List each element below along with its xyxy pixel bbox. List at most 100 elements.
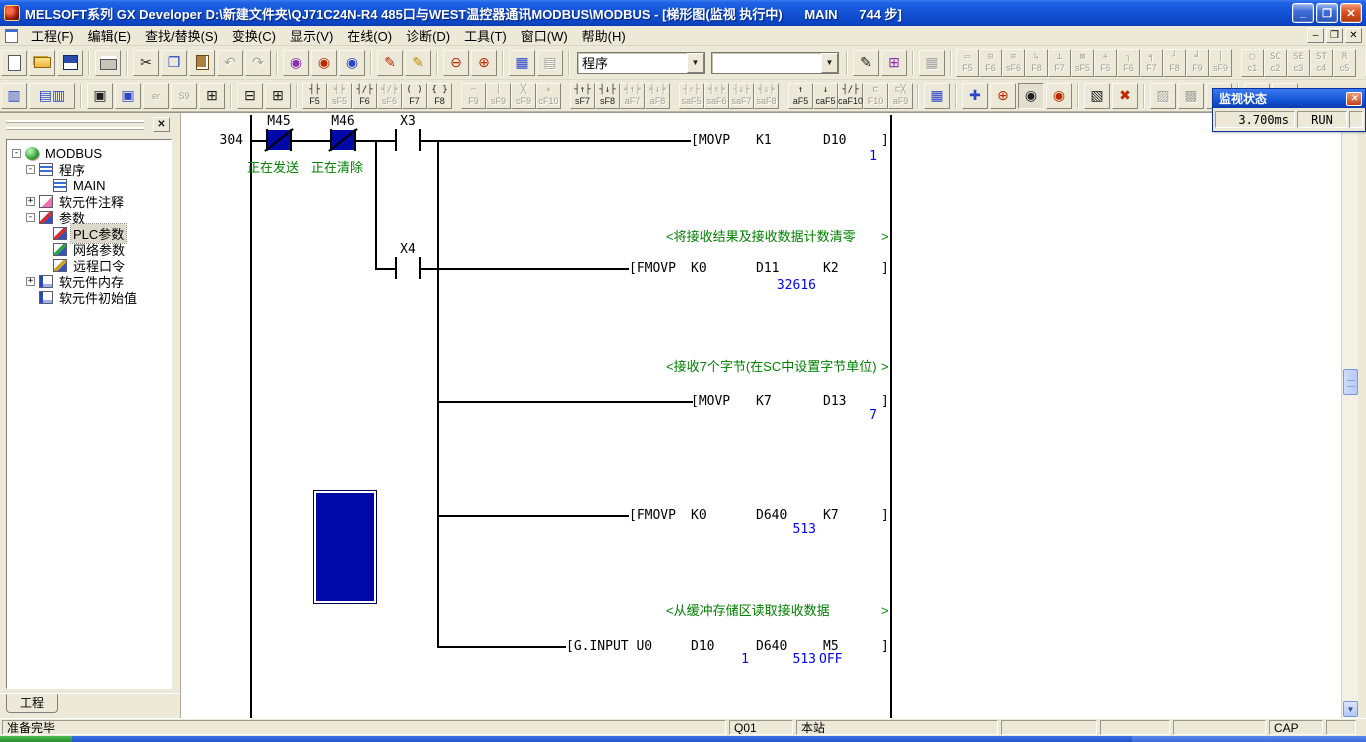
ladder-symbol-button[interactable]: ⊏╳ aF9 bbox=[888, 83, 913, 109]
tree-expander-icon[interactable]: + bbox=[26, 197, 35, 206]
tree-expander-icon[interactable]: + bbox=[26, 277, 35, 286]
sort-button[interactable]: S9 bbox=[171, 83, 197, 109]
trace2-button[interactable]: ▩ bbox=[1178, 83, 1204, 109]
ladder-fkey-button[interactable]: ≡ sF6 bbox=[1002, 49, 1025, 77]
data-name-combo[interactable]: ▼ bbox=[711, 52, 839, 74]
minimize-button[interactable]: _ bbox=[1292, 3, 1314, 23]
find-button[interactable]: ◉ bbox=[283, 50, 309, 76]
tile-windows-button[interactable]: ▦ bbox=[509, 50, 535, 76]
merge-button[interactable]: ⊞ bbox=[199, 83, 225, 109]
ladder-fkey-button[interactable]: + F5 bbox=[1094, 49, 1117, 77]
menu-item[interactable]: 诊断(D) bbox=[399, 24, 457, 47]
ladder-fkey-button[interactable]: ⊠ sF5 bbox=[1071, 49, 1094, 77]
tree-expander-icon[interactable]: - bbox=[26, 213, 35, 222]
ladder-symbol-button[interactable]: ( ) F7 bbox=[402, 83, 427, 109]
ladder-symbol-button[interactable]: ╡↓╞ aF8 bbox=[645, 83, 670, 109]
tree-item[interactable]: 软元件初始值 bbox=[7, 289, 171, 305]
ladder-symbol-button[interactable]: ╡⇓╞ saF8 bbox=[754, 83, 779, 109]
program-check-button[interactable]: ▣ bbox=[87, 83, 113, 109]
ladder-fkey-button[interactable]: SE c3 bbox=[1287, 49, 1310, 77]
tree-expander-icon[interactable] bbox=[40, 245, 49, 254]
data-type-combo[interactable]: 程序 ▼ bbox=[577, 52, 705, 74]
window-list-button[interactable]: ▤ bbox=[537, 50, 563, 76]
ladder-symbol-button[interactable]: ╡↑╞ aF7 bbox=[620, 83, 645, 109]
combo-dropdown-icon[interactable]: ▼ bbox=[687, 53, 704, 73]
ladder-contact-nc-on[interactable] bbox=[330, 129, 356, 151]
ladder-contact-no[interactable] bbox=[395, 129, 421, 151]
ladder-symbol-button[interactable]: ┤/├ F6 bbox=[352, 83, 377, 109]
ladder-fkey-button[interactable]: ╕ F7 bbox=[1140, 49, 1163, 77]
project-tab[interactable]: 工程 bbox=[6, 694, 58, 713]
ladder-editor[interactable]: 304 M45 正在发送 M46 正在清除 X3 X4 <将接收结果及接收数据计… bbox=[180, 113, 1341, 719]
ladder-fkey-button[interactable]: ╛ F9 bbox=[1186, 49, 1209, 77]
ladder-contact-no[interactable] bbox=[395, 257, 421, 279]
find-device-button[interactable]: ◉ bbox=[311, 50, 337, 76]
print-button[interactable] bbox=[95, 50, 121, 76]
trace1-button[interactable]: ▨ bbox=[1150, 83, 1176, 109]
tree-expander-icon[interactable]: - bbox=[12, 149, 21, 158]
ladder-fkey-button[interactable]: ⊥ F7 bbox=[1048, 49, 1071, 77]
ladder-fkey-button[interactable]: │ sF9 bbox=[1209, 49, 1232, 77]
new-project-button[interactable] bbox=[1, 50, 27, 76]
ladder-symbol-button[interactable]: ┤⇑├ saF5 bbox=[679, 83, 704, 109]
taskbar-tray-strip[interactable] bbox=[1132, 736, 1366, 742]
menu-item[interactable]: 窗口(W) bbox=[514, 24, 575, 47]
ladder-fkey-button[interactable]: ⊟ F6 bbox=[979, 49, 1002, 77]
tree-item[interactable]: - MODBUS bbox=[7, 145, 171, 161]
split-vertical-button[interactable]: ⊞ bbox=[265, 83, 291, 109]
ladder-fkey-button[interactable]: ST c4 bbox=[1310, 49, 1333, 77]
ladder-fkey-button[interactable]: ┐ F6 bbox=[1117, 49, 1140, 77]
menu-item[interactable]: 工具(T) bbox=[457, 24, 514, 47]
menu-item[interactable]: 变换(C) bbox=[225, 24, 283, 47]
paste-button[interactable] bbox=[189, 50, 215, 76]
ladder-symbol-button[interactable]: ↑ aF5 bbox=[788, 83, 813, 109]
ladder-fkey-button[interactable]: ┘ F8 bbox=[1163, 49, 1186, 77]
combo-dropdown-icon[interactable]: ▼ bbox=[821, 53, 838, 73]
device-test2-button[interactable]: ⊕ bbox=[990, 83, 1016, 109]
mdi-close-button[interactable]: ✕ bbox=[1345, 28, 1362, 43]
tree-expander-icon[interactable] bbox=[40, 229, 49, 238]
ladder-symbol-button[interactable]: ↓ caF5 bbox=[813, 83, 838, 109]
error-jump-button[interactable]: er bbox=[143, 83, 169, 109]
find-string-button[interactable]: ◉ bbox=[339, 50, 365, 76]
ladder-fkey-button[interactable]: ↳ F8 bbox=[1025, 49, 1048, 77]
copy-button[interactable]: ❐ bbox=[161, 50, 187, 76]
ladder-symbol-button[interactable]: { } F8 bbox=[427, 83, 452, 109]
stop-monitor-button[interactable]: ✖ bbox=[1112, 83, 1138, 109]
ladder-symbol-button[interactable]: ┤↑├ sF7 bbox=[570, 83, 595, 109]
ladder-symbol-button[interactable]: ┤↓├ sF8 bbox=[595, 83, 620, 109]
ladder-vertical-scrollbar[interactable]: ▼ bbox=[1341, 113, 1358, 719]
menu-item[interactable]: 工程(F) bbox=[24, 24, 81, 47]
save-project-button[interactable] bbox=[57, 50, 83, 76]
tree-item[interactable]: + 软元件注释 bbox=[7, 193, 171, 209]
monitor-close-button[interactable]: ✕ bbox=[1346, 92, 1362, 106]
parameter-button[interactable]: ▦ bbox=[919, 50, 945, 76]
ladder-cursor[interactable] bbox=[313, 490, 377, 604]
monitor-write-mode-button[interactable]: ◉ bbox=[1046, 83, 1072, 109]
project-data-list-button[interactable]: ⊞ bbox=[881, 50, 907, 76]
monitor-status-titlebar[interactable]: 监视状态 ✕ bbox=[1213, 89, 1365, 108]
menu-item[interactable]: 显示(V) bbox=[283, 24, 340, 47]
ladder-symbol-button[interactable]: ✳ cF10 bbox=[536, 83, 561, 109]
undo-button[interactable]: ↶ bbox=[217, 50, 243, 76]
ladder-symbol-button[interactable]: ╡/╞ sF6 bbox=[377, 83, 402, 109]
ladder-symbol-button[interactable]: ╡╞ sF5 bbox=[327, 83, 352, 109]
menu-item[interactable]: 编辑(E) bbox=[81, 24, 138, 47]
taskbar-strip[interactable] bbox=[72, 736, 1132, 742]
menu-item[interactable]: 帮助(H) bbox=[575, 24, 633, 47]
ladder-symbol-button[interactable]: ⊏ F10 bbox=[863, 83, 888, 109]
close-button[interactable]: ✕ bbox=[1340, 3, 1362, 23]
tree-item[interactable]: - 程序 bbox=[7, 161, 171, 177]
menu-item[interactable]: 查找/替换(S) bbox=[138, 24, 225, 47]
redo-button[interactable]: ↷ bbox=[245, 50, 271, 76]
close-panel-button[interactable]: ✕ bbox=[153, 117, 170, 132]
program-check2-button[interactable]: ▣ bbox=[115, 83, 141, 109]
device-batch-monitor-button[interactable]: ▦ bbox=[924, 83, 950, 109]
cut-button[interactable]: ✂ bbox=[133, 50, 159, 76]
ladder-symbol-button[interactable]: ┤├ F5 bbox=[302, 83, 327, 109]
ladder-symbol-button[interactable]: ─ F9 bbox=[461, 83, 486, 109]
tree-expander-icon[interactable] bbox=[26, 293, 35, 302]
open-project-button[interactable] bbox=[29, 50, 55, 76]
panel-dock-header[interactable]: ✕ bbox=[2, 115, 178, 137]
ladder-symbol-button[interactable]: ┤/├ caF10 bbox=[838, 83, 863, 109]
